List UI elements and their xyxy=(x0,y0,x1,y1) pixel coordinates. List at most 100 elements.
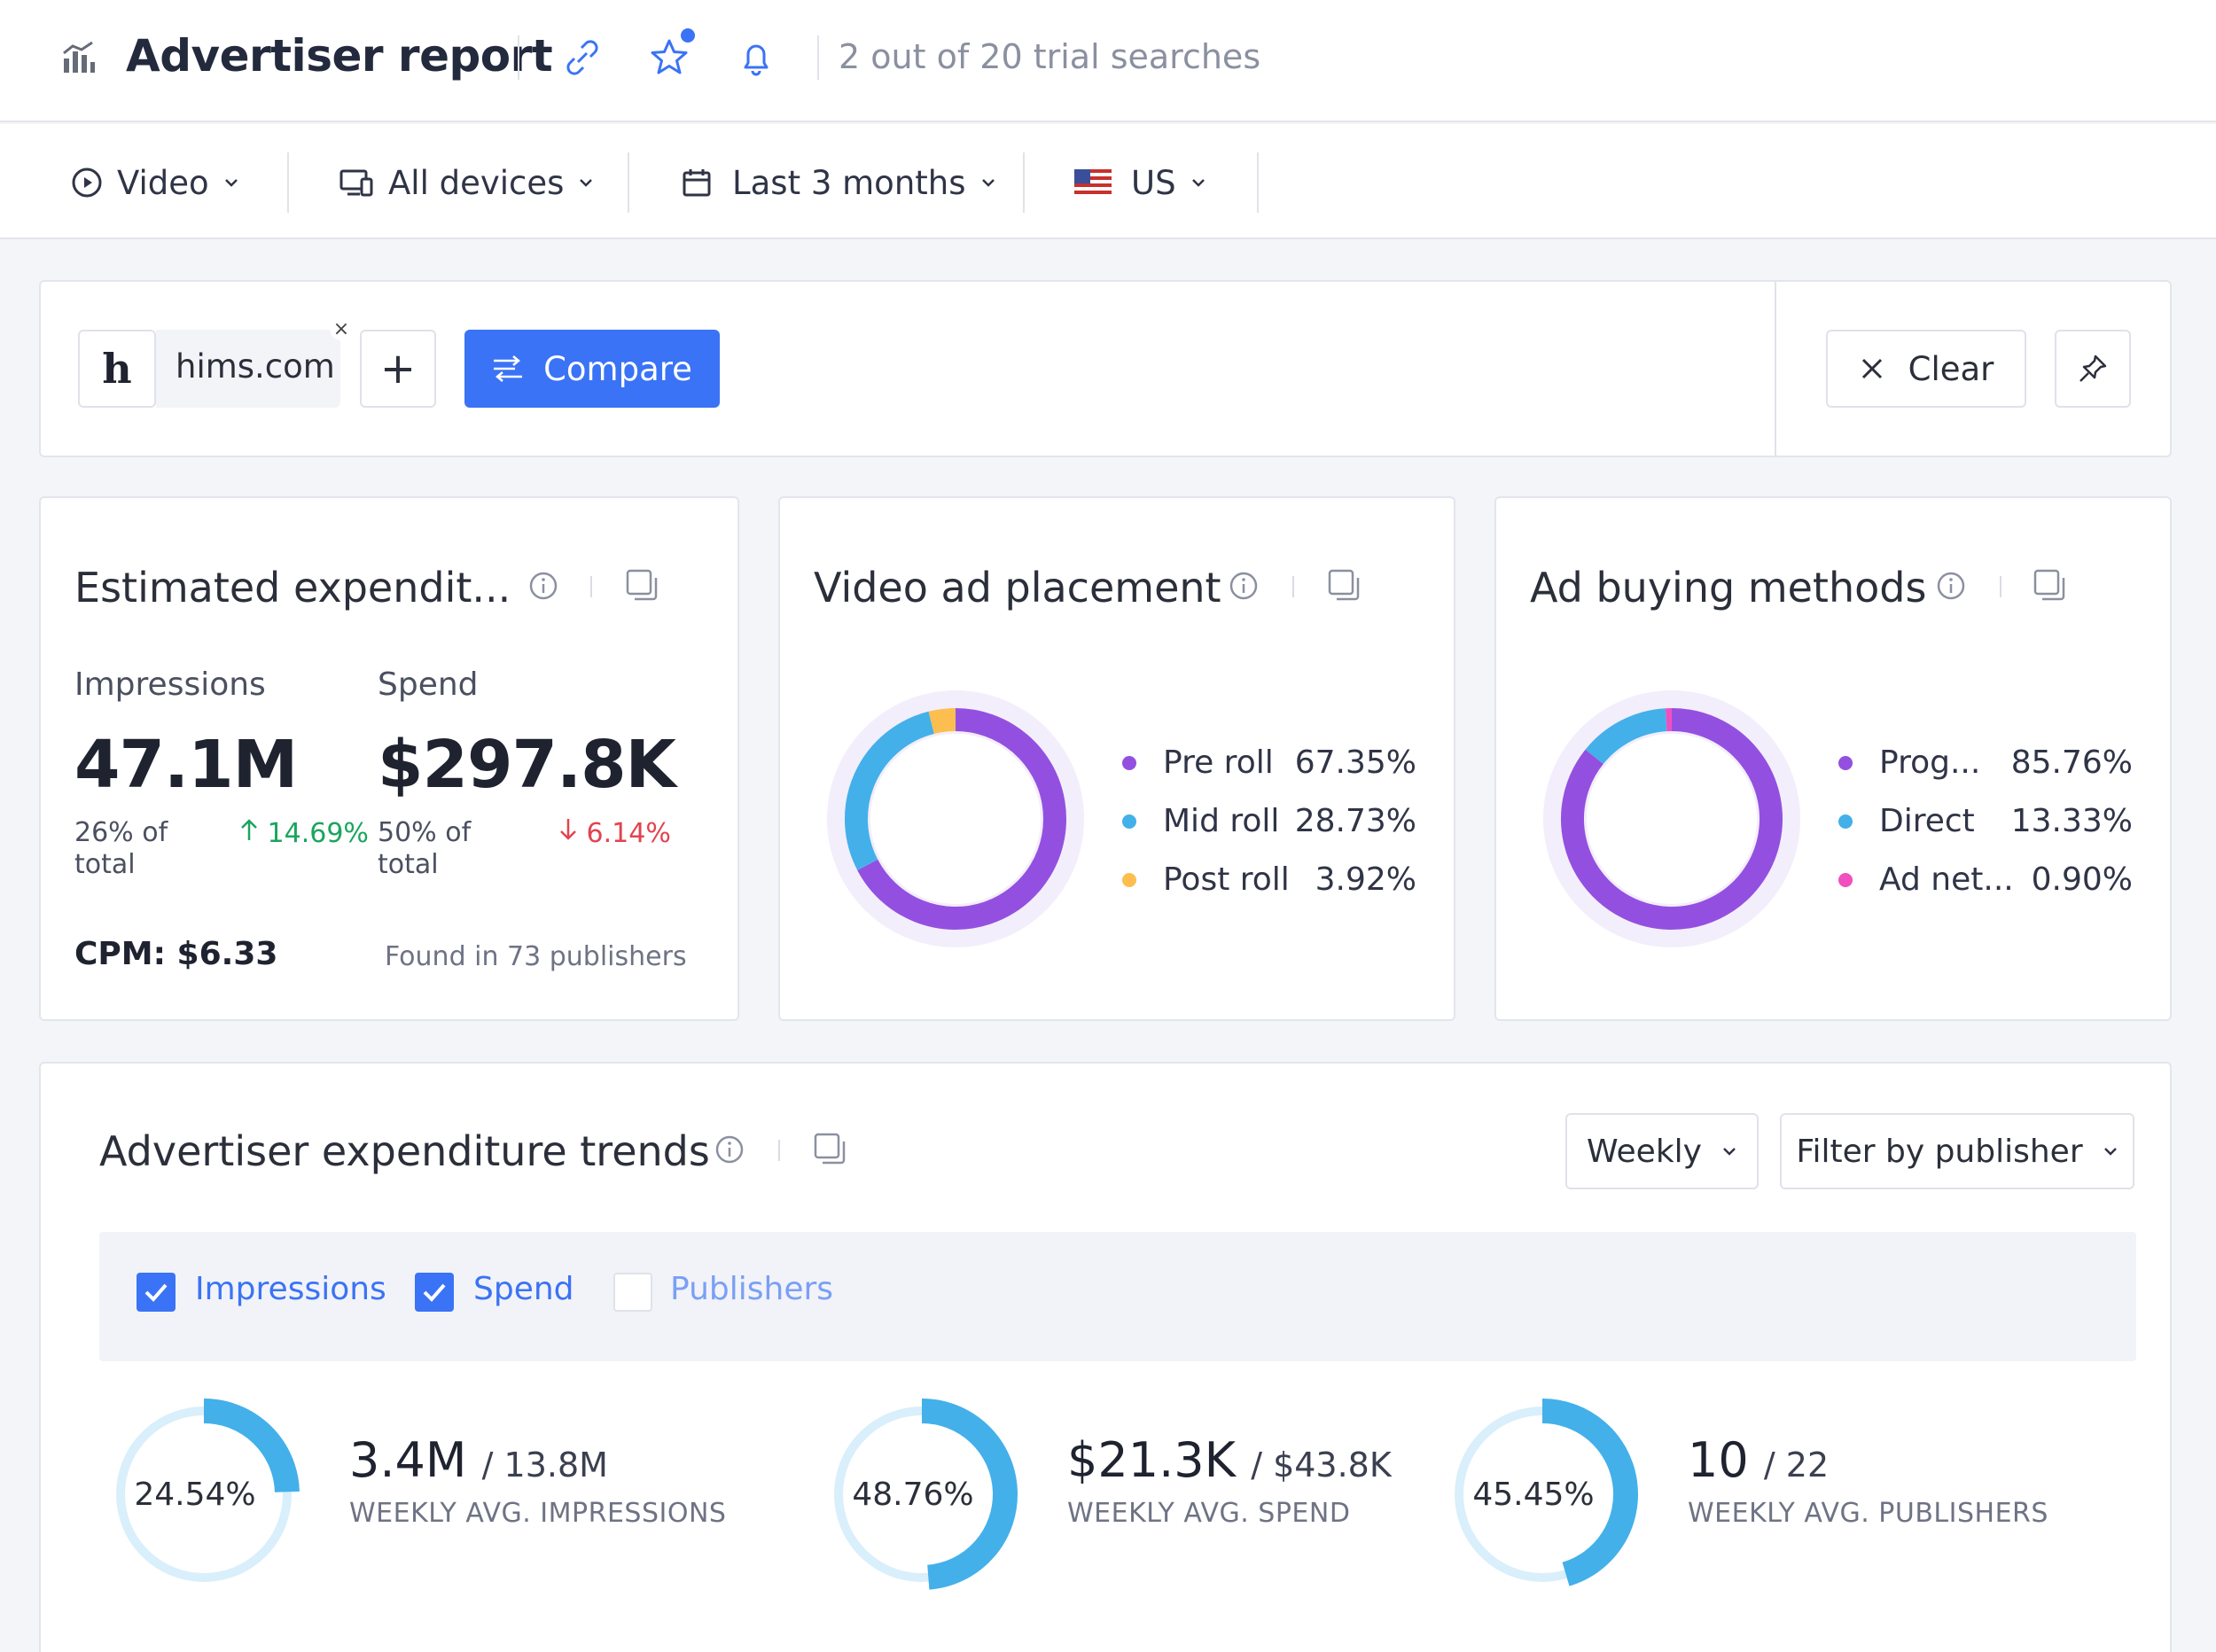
remove-domain-button[interactable]: × xyxy=(330,317,353,340)
filter-bar: Video All devices Last 3 months US xyxy=(0,124,2216,239)
legend-name: Mid roll xyxy=(1163,803,1280,839)
type-filter-label: Video xyxy=(117,163,209,202)
link-icon[interactable] xyxy=(560,35,605,80)
legend-name: Ad net... xyxy=(1879,861,2014,898)
impressions-change: 14.69% xyxy=(239,817,369,849)
spend-share: 50% of total xyxy=(378,817,471,881)
kpi-total: / 13.8M xyxy=(481,1446,608,1484)
info-icon[interactable] xyxy=(1229,571,1259,601)
checkmark-icon xyxy=(144,1283,168,1302)
info-icon[interactable] xyxy=(714,1134,745,1165)
domain-chip[interactable]: hims.com xyxy=(156,330,340,408)
legend-value: 13.33% xyxy=(2010,803,2133,839)
legend-value: 67.35% xyxy=(1294,744,1416,781)
arrow-down-icon xyxy=(560,819,576,840)
copy-icon[interactable] xyxy=(812,1131,847,1166)
calendar-icon xyxy=(683,169,711,197)
spend-share-line1: 50% of xyxy=(378,817,472,848)
page-title: Advertiser report xyxy=(126,30,553,82)
divider xyxy=(1775,282,1776,456)
divider xyxy=(518,35,519,80)
country-filter[interactable]: US xyxy=(1074,163,1206,202)
clear-label: Clear xyxy=(1908,349,1994,388)
impressions-checkbox-label[interactable]: Impressions xyxy=(195,1271,386,1307)
impressions-share: 26% of total xyxy=(74,817,168,881)
publishers-kpi-value: 10 / 22 xyxy=(1688,1432,1829,1488)
legend-value: 0.90% xyxy=(2031,861,2133,898)
copy-icon[interactable] xyxy=(1326,567,1362,603)
divider xyxy=(590,576,592,597)
placement-segment-2[interactable] xyxy=(928,708,956,735)
clear-button[interactable]: Clear xyxy=(1826,330,2026,408)
placement-legend-item: Post roll 3.92% xyxy=(1122,861,1416,898)
placement-title: Video ad placement xyxy=(814,564,1221,612)
chevron-down-icon xyxy=(1723,1148,1736,1156)
type-filter[interactable]: Video xyxy=(71,163,239,202)
chevron-down-icon xyxy=(981,179,995,187)
close-icon xyxy=(1861,358,1882,379)
spend-change-value: 6.14% xyxy=(586,818,671,849)
divider xyxy=(1257,152,1259,213)
chevron-down-icon xyxy=(2103,1148,2117,1156)
expenditure-title: Estimated expendit... xyxy=(74,564,511,612)
publishers-checkbox[interactable] xyxy=(613,1273,652,1312)
pin-icon xyxy=(2079,355,2107,382)
devices-filter-label: All devices xyxy=(388,163,565,202)
placement-legend-item: Pre roll 67.35% xyxy=(1122,744,1416,781)
legend-dot xyxy=(1838,814,1853,829)
add-domain-button[interactable]: + xyxy=(360,330,436,408)
copy-icon[interactable] xyxy=(2032,567,2067,603)
divider xyxy=(2000,576,2001,597)
info-icon[interactable] xyxy=(1936,571,1966,601)
publisher-filter-dropdown[interactable]: Filter by publisher xyxy=(1780,1113,2134,1189)
legend-name: Direct xyxy=(1879,803,1975,839)
publishers-checkbox-label[interactable]: Publishers xyxy=(670,1271,833,1307)
period-filter[interactable]: Last 3 months xyxy=(681,163,996,202)
divider xyxy=(778,1140,780,1161)
copy-icon[interactable] xyxy=(624,567,659,603)
impressions-share-line1: 26% of xyxy=(74,817,168,848)
spend-value: $297.8K xyxy=(378,727,676,803)
impressions-change-value: 14.69% xyxy=(267,818,369,849)
kpi-total: / $43.8K xyxy=(1251,1446,1392,1484)
impressions-checkbox[interactable] xyxy=(137,1273,176,1312)
divider xyxy=(287,152,289,213)
spend-kpi-value: $21.3K / $43.8K xyxy=(1067,1432,1392,1488)
trial-counter: 2 out of 20 trial searches xyxy=(839,37,1261,76)
domain-logo: h xyxy=(78,330,156,408)
checkmark-icon xyxy=(423,1283,446,1302)
spend-change: 6.14% xyxy=(558,817,671,849)
report-icon xyxy=(63,41,95,73)
spend-share-line2: total xyxy=(378,849,439,880)
legend-dot xyxy=(1122,814,1136,829)
kpi-current: $21.3K xyxy=(1067,1432,1237,1488)
kpi-total: / 22 xyxy=(1763,1446,1830,1484)
frequency-dropdown[interactable]: Weekly xyxy=(1565,1113,1759,1189)
pin-button[interactable] xyxy=(2055,330,2131,408)
spend-kpi-label: WEEKLY AVG. SPEND xyxy=(1067,1498,1351,1529)
publisher-filter-label: Filter by publisher xyxy=(1796,1133,2083,1170)
legend-dot xyxy=(1122,872,1136,887)
chevron-down-icon xyxy=(580,179,593,187)
trends-title: Advertiser expenditure trends xyxy=(99,1127,710,1175)
legend-dot xyxy=(1838,872,1853,887)
legend-value: 85.76% xyxy=(2010,744,2133,781)
compare-button[interactable]: Compare xyxy=(464,330,720,408)
legend-name: Pre roll xyxy=(1163,744,1274,781)
devices-filter[interactable]: All devices xyxy=(339,163,594,202)
publishers-found: Found in 73 publishers xyxy=(385,941,687,972)
spend-checkbox-label[interactable]: Spend xyxy=(473,1271,574,1307)
bell-icon[interactable] xyxy=(734,35,778,80)
impressions-label: Impressions xyxy=(74,666,266,703)
publishers-kpi-label: WEEKLY AVG. PUBLISHERS xyxy=(1688,1498,2048,1529)
cpm-value: CPM: $6.33 xyxy=(74,936,278,972)
legend-name: Post roll xyxy=(1163,861,1290,898)
compare-label: Compare xyxy=(543,349,692,388)
impressions-gauge-pct: 24.54% xyxy=(134,1477,256,1513)
legend-value: 3.92% xyxy=(1315,861,1416,898)
spend-checkbox[interactable] xyxy=(415,1273,454,1312)
info-icon[interactable] xyxy=(528,571,558,601)
buying-donut-chart xyxy=(1543,690,1800,947)
top-bar: Advertiser report 2 out of 20 trial sear… xyxy=(0,0,2216,122)
arrow-up-icon xyxy=(241,819,257,840)
